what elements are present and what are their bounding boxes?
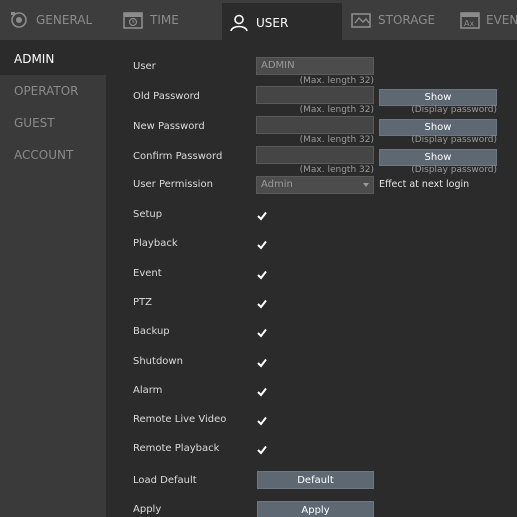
svg-text:Ax: Ax <box>464 19 474 28</box>
tab-user[interactable]: USER <box>222 3 342 43</box>
user-icon <box>228 14 250 32</box>
permission-checkbox[interactable] <box>257 416 267 426</box>
permission-checkbox[interactable] <box>257 328 267 338</box>
permission-checkbox[interactable] <box>257 358 267 368</box>
confirm-password-show-hint: (Display password) <box>411 165 497 175</box>
load-default-label: Load Default <box>133 475 197 486</box>
confirm-password-hint: (Max. length 32) <box>299 165 374 175</box>
new-password-show-button[interactable]: Show <box>379 119 497 136</box>
user-label: User <box>133 61 156 72</box>
default-button[interactable]: Default <box>257 471 374 489</box>
old-password-hint: (Max. length 32) <box>299 105 374 115</box>
tab-label: STORAGE <box>378 13 436 27</box>
effect-note: Effect at next login <box>379 179 470 190</box>
old-password-label: Old Password <box>133 91 200 102</box>
user-permission-select[interactable]: Admin <box>256 176 374 194</box>
checkmark-icon <box>257 445 267 455</box>
old-password-show-button[interactable]: Show <box>379 89 497 106</box>
user-permission-value: Admin <box>261 179 293 190</box>
permission-checkbox[interactable] <box>257 240 267 250</box>
checkmark-icon <box>257 416 267 426</box>
tab-storage[interactable]: STORAGE <box>350 0 450 40</box>
permission-label: Alarm <box>133 385 163 396</box>
tab-label: EVENT <box>486 13 517 27</box>
tab-event[interactable]: Ax EVENT <box>460 0 517 40</box>
new-password-label: New Password <box>133 121 205 132</box>
chevron-down-icon <box>363 183 369 187</box>
tab-general[interactable]: GENERAL <box>8 0 108 40</box>
tab-label: USER <box>256 16 289 30</box>
confirm-password-show-button[interactable]: Show <box>379 149 497 166</box>
new-password-field[interactable] <box>256 116 374 134</box>
apply-button[interactable]: Apply <box>257 501 374 517</box>
user-hint: (Max. length 32) <box>299 76 374 86</box>
permission-checkbox[interactable] <box>257 387 267 397</box>
top-tab-bar: GENERAL TIME USER STORAGE Ax EVENT <box>0 0 517 43</box>
permission-checkbox[interactable] <box>257 211 267 221</box>
sidebar: ADMIN OPERATOR GUEST ACCOUNT <box>0 43 106 517</box>
confirm-password-field[interactable] <box>256 146 374 164</box>
user-field[interactable]: ADMIN <box>256 57 374 75</box>
user-permission-label: User Permission <box>133 179 213 190</box>
old-password-field[interactable] <box>256 86 374 104</box>
sidebar-item-admin[interactable]: ADMIN <box>0 43 106 75</box>
confirm-password-label: Confirm Password <box>133 151 223 162</box>
checkmark-icon <box>257 328 267 338</box>
apply-label: Apply <box>133 504 162 515</box>
sidebar-item-guest[interactable]: GUEST <box>0 107 106 139</box>
tab-label: GENERAL <box>36 13 93 27</box>
checkmark-icon <box>257 299 267 309</box>
permission-label: Setup <box>133 209 163 220</box>
checkmark-icon <box>257 240 267 250</box>
camera-icon <box>8 11 30 29</box>
sidebar-item-label: ACCOUNT <box>14 148 74 162</box>
new-password-show-hint: (Display password) <box>411 135 497 145</box>
permission-checkbox[interactable] <box>257 445 267 455</box>
checkmark-icon <box>257 358 267 368</box>
permission-label: Event <box>133 268 162 279</box>
permission-checkbox[interactable] <box>257 270 267 280</box>
permission-label: Playback <box>133 238 178 249</box>
sidebar-item-label: GUEST <box>14 116 55 130</box>
event-icon: Ax <box>460 11 480 29</box>
checkmark-icon <box>257 211 267 221</box>
old-password-show-hint: (Display password) <box>411 105 497 115</box>
clock-calendar-icon <box>122 11 144 29</box>
permission-label: Remote Live Video <box>133 414 227 425</box>
sidebar-item-account[interactable]: ACCOUNT <box>0 139 106 171</box>
storage-icon <box>350 11 372 29</box>
permission-label: Backup <box>133 326 170 337</box>
checkmark-icon <box>257 387 267 397</box>
permission-label: PTZ <box>133 297 152 308</box>
permission-label: Shutdown <box>133 356 183 367</box>
tab-label: TIME <box>150 13 179 27</box>
tab-time[interactable]: TIME <box>122 0 218 40</box>
sidebar-item-label: OPERATOR <box>14 84 79 98</box>
permission-label: Remote Playback <box>133 443 220 454</box>
sidebar-item-label: ADMIN <box>14 52 55 66</box>
permission-checkbox[interactable] <box>257 299 267 309</box>
new-password-hint: (Max. length 32) <box>299 135 374 145</box>
sidebar-item-operator[interactable]: OPERATOR <box>0 75 106 107</box>
user-settings-form: User ADMIN (Max. length 32) Old Password… <box>106 43 517 517</box>
checkmark-icon <box>257 270 267 280</box>
